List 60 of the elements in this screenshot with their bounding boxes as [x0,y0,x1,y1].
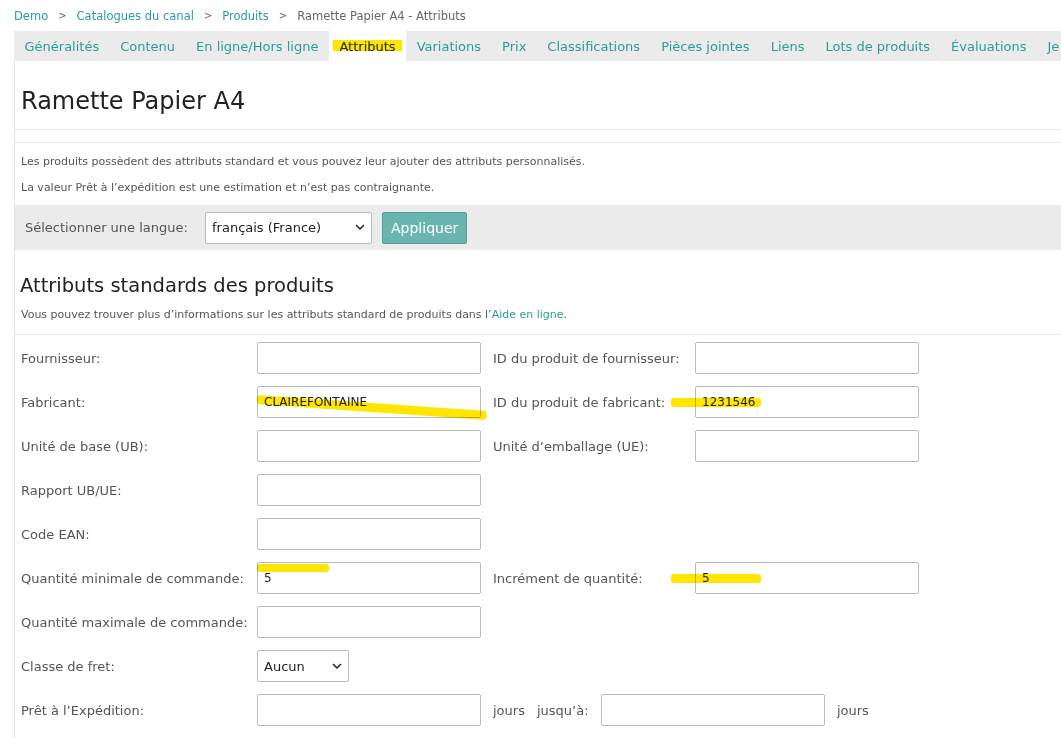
field-label: Unité de base (UB): [21,438,150,454]
breadcrumb-separator: > [58,10,67,21]
field-label: Fabricant: [21,394,87,410]
tab[interactable]: Liens [760,31,815,61]
input-field[interactable] [695,430,919,462]
breadcrumb-separator: > [278,10,288,21]
unit-label: jours [493,702,525,718]
field-label: jusqu’à: [536,702,590,718]
apply-button[interactable]: Appliquer [382,211,468,244]
tab[interactable]: Généralités [14,31,110,61]
chevron-icon [355,224,365,231]
field-label: Rapport UB/UE: [21,482,123,498]
language-label: Sélectionner une langue: [25,220,189,235]
field-label: Quantité minimale de commande: [21,570,245,586]
chevron-icon [332,662,342,670]
tab[interactable]: Je [1037,31,1061,61]
breadcrumb-link[interactable]: Produits [222,8,269,23]
info-text: Les produits possèdent des attributs standard et vous pouvez leur ajouter des attributs personnalisés. [21,154,586,169]
tab[interactable]: Attributs [328,31,407,61]
field-label: Incrément de quantité: [493,570,644,586]
page-title: Ramette Papier A4 [20,86,247,117]
tab[interactable]: Classifications [536,31,651,61]
tab[interactable]: Évaluations [940,31,1037,61]
input-field[interactable] [257,342,481,374]
unit-label: jours [836,702,869,718]
input-field[interactable] [257,518,481,550]
field-label: Prêt à l’Expédition: [21,702,146,718]
tab[interactable]: Pièces jointes [650,31,761,61]
field-label: Code EAN: [21,526,91,542]
highlighter-mark [332,40,403,51]
help-text: Vous pouvez trouver plus d’informations sur les attributs standard de produits dans l’Aide en ligne. [21,307,569,322]
freight-select[interactable]: Aucun [257,650,349,682]
tab[interactable]: Contenu [109,31,186,61]
input-field[interactable] [257,430,481,462]
breadcrumb-link[interactable]: Demo [14,8,49,23]
field-label: Unité d’emballage (UE): [493,438,650,454]
tab[interactable]: Lots de produits [815,31,941,61]
input-field[interactable] [257,474,481,506]
breadcrumb-link[interactable]: Catalogues du canal [76,8,194,23]
input-field[interactable] [600,694,825,726]
input-field[interactable] [695,342,919,374]
field-label: Quantité maximale de commande: [21,614,249,630]
language-select[interactable]: français (France) [205,211,372,244]
input-field[interactable] [257,694,481,726]
breadcrumb-current: Ramette Papier A4 - Attributs [297,8,466,23]
input-field[interactable]: 5 [695,562,919,594]
input-field[interactable] [257,606,481,638]
field-label: ID du produit de fournisseur: [493,350,681,366]
input-field[interactable]: 5 [257,562,481,594]
tab[interactable]: Variations [406,31,492,61]
highlighter-mark [257,564,329,572]
input-field[interactable]: 1231546 [695,386,919,418]
tab[interactable]: Prix [491,31,537,61]
info-text: La valeur Prêt à l’expédition est une estimation et n’est pas contraignante. [21,180,436,195]
field-label: Classe de fret: [21,658,116,674]
section-title: Attributs standards des produits [19,273,335,298]
tab[interactable]: En ligne/Hors ligne [185,31,329,61]
field-label: ID du produit de fabricant: [493,394,667,410]
breadcrumb-separator: > [203,10,213,21]
field-label: Fournisseur: [21,350,102,366]
